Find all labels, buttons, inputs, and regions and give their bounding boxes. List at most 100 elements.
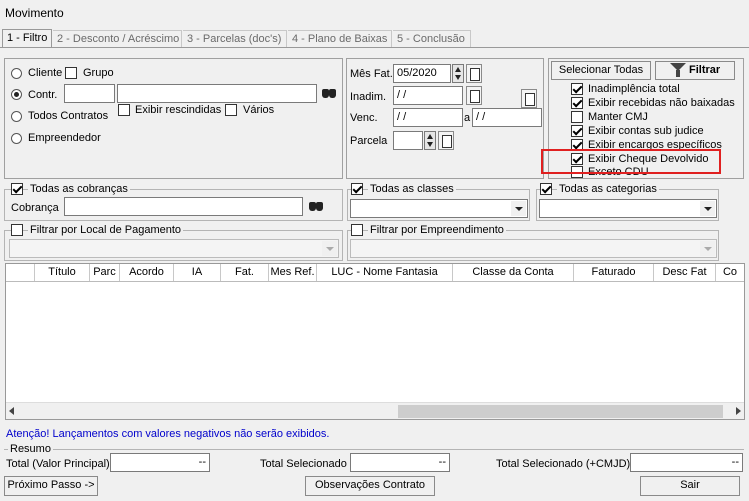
mes-fat-input[interactable]: 05/2020: [393, 64, 451, 83]
categorias-select[interactable]: [539, 199, 717, 218]
cobranca-search-icon[interactable]: [307, 197, 325, 216]
parcela-spinner[interactable]: [424, 131, 436, 150]
label-total-selecionado: Total Selecionado: [260, 458, 347, 470]
grid-horizontal-scrollbar[interactable]: [6, 402, 744, 419]
label-varios: Vários: [243, 104, 275, 116]
label-cobranca: Cobrança: [11, 202, 59, 214]
scroll-left-icon[interactable]: [9, 407, 14, 415]
mes-fat-calendar-icon[interactable]: [466, 64, 482, 83]
radio-cliente[interactable]: [11, 68, 22, 79]
parcela-input[interactable]: [393, 131, 423, 150]
checkbox-manter-cmj[interactable]: [571, 111, 583, 123]
label-manter-cmj: Manter CMJ: [588, 111, 648, 123]
total-principal-value: --: [110, 453, 210, 472]
grid-col-luc[interactable]: LUC - Nome Fantasia: [317, 264, 453, 281]
scroll-right-icon[interactable]: [736, 407, 741, 415]
tab-desconto[interactable]: 2 - Desconto / Acréscimo: [53, 30, 182, 47]
label-todos-contratos: Todos Contratos: [28, 110, 109, 122]
local-pagamento-select[interactable]: [9, 239, 339, 258]
total-cmjd-value: --: [630, 453, 743, 472]
label-inadim: Inadim.: [350, 91, 387, 103]
window-titlebar: Movimento: [0, 0, 749, 24]
cobranca-input[interactable]: [64, 197, 303, 216]
negative-values-warning: Atenção! Lançamentos com valores negativ…: [6, 428, 330, 440]
grid-col-desc-fat[interactable]: Desc Fat: [654, 264, 716, 281]
radio-contr[interactable]: [11, 89, 22, 100]
grid-col-titulo[interactable]: Título: [35, 264, 90, 281]
grid-col-parc[interactable]: Parc: [90, 264, 120, 281]
label-cliente: Cliente: [28, 67, 63, 79]
grid-col-indicator: [6, 264, 35, 281]
label-total-principal: Total (Valor Principal): [6, 458, 110, 470]
funnel-icon: [670, 63, 686, 77]
label-local-pagamento: Filtrar por Local de Pagamento: [28, 224, 184, 236]
grid-col-faturado[interactable]: Faturado: [574, 264, 654, 281]
observacoes-contrato-button[interactable]: Observações Contrato: [305, 476, 435, 496]
grid-col-co[interactable]: Co: [716, 264, 744, 281]
contr-name-input[interactable]: [117, 84, 317, 103]
grid-col-fat[interactable]: Fat.: [221, 264, 269, 281]
grid-col-acordo[interactable]: Acordo: [120, 264, 174, 281]
highlight-box: [541, 149, 721, 174]
label-empreendimento: Filtrar por Empreendimento: [368, 224, 506, 236]
empreendimento-select[interactable]: [350, 239, 717, 258]
label-sub-judice: Exibir contas sub judice: [588, 125, 704, 137]
checkbox-exibir-rescindidas[interactable]: [118, 104, 130, 116]
label-mes-fat: Mês Fat.: [350, 68, 393, 80]
venc-from-input[interactable]: / /: [393, 108, 463, 127]
label-grupo: Grupo: [83, 67, 114, 79]
chevron-down-icon: [700, 241, 715, 256]
label-empreendedor: Empreendedor: [28, 132, 101, 144]
tab-divider: [0, 47, 749, 48]
grid-col-ia[interactable]: IA: [174, 264, 221, 281]
total-selecionado-value: --: [350, 453, 450, 472]
window-title: Movimento: [5, 6, 64, 20]
label-venc: Venc.: [350, 112, 378, 124]
radio-empreendedor[interactable]: [11, 133, 22, 144]
label-venc-sep: a: [464, 112, 471, 124]
chevron-down-icon: [700, 201, 715, 216]
checkbox-varios[interactable]: [225, 104, 237, 116]
inadim-calendar-icon[interactable]: [466, 86, 482, 105]
tab-conclusao[interactable]: 5 - Conclusão: [393, 30, 471, 47]
label-todas-classes: Todas as classes: [368, 183, 456, 195]
classes-select[interactable]: [350, 199, 528, 218]
exit-button[interactable]: Sair: [640, 476, 740, 496]
checkbox-exibir-recebidas[interactable]: [571, 97, 583, 109]
radio-todos-contratos[interactable]: [11, 111, 22, 122]
label-exibir-recebidas: Exibir recebidas não baixadas: [588, 97, 735, 109]
next-step-button[interactable]: Próximo Passo ->: [4, 476, 98, 496]
grid-col-classe[interactable]: Classe da Conta: [453, 264, 574, 281]
checkbox-todas-classes[interactable]: [351, 183, 363, 195]
filter-button-label: Filtrar: [689, 64, 721, 76]
label-todas-cobrancas: Todas as cobranças: [28, 183, 130, 195]
label-inadimplencia-total: Inadimplência total: [588, 83, 680, 95]
checkbox-local-pagamento[interactable]: [11, 224, 23, 236]
scroll-thumb[interactable]: [398, 405, 723, 418]
checkbox-todas-categorias[interactable]: [540, 183, 552, 195]
grid-header: Título Parc Acordo IA Fat. Mes Ref. LUC …: [6, 264, 744, 282]
filter-button[interactable]: Filtrar: [655, 61, 735, 80]
inadim-date-input[interactable]: / /: [393, 86, 463, 105]
chevron-down-icon: [511, 201, 526, 216]
checkbox-todas-cobrancas[interactable]: [11, 183, 23, 195]
binoculars-search-icon[interactable]: [320, 84, 338, 103]
grid-col-mes-ref[interactable]: Mes Ref.: [269, 264, 317, 281]
tab-plano-baixas[interactable]: 4 - Plano de Baixas: [288, 30, 392, 47]
label-exibir-rescindidas: Exibir rescindidas: [135, 104, 222, 116]
grid-body[interactable]: [6, 282, 744, 402]
select-all-button[interactable]: Selecionar Todas: [551, 61, 651, 80]
checkbox-empreendimento[interactable]: [351, 224, 363, 236]
mes-fat-spinner[interactable]: [452, 64, 464, 83]
checkbox-inadimplencia-total[interactable]: [571, 83, 583, 95]
contr-code-input[interactable]: [64, 84, 115, 103]
parcela-doc-icon[interactable]: [438, 131, 454, 150]
tab-filtro[interactable]: 1 - Filtro: [2, 29, 52, 48]
chevron-down-icon: [322, 241, 337, 256]
checkbox-sub-judice[interactable]: [571, 125, 583, 137]
clear-dates-icon[interactable]: [521, 89, 537, 108]
tab-parcelas[interactable]: 3 - Parcelas (doc's): [183, 30, 287, 47]
label-parcela: Parcela: [350, 135, 388, 147]
checkbox-grupo[interactable]: [65, 67, 77, 79]
venc-to-input[interactable]: / /: [472, 108, 542, 127]
